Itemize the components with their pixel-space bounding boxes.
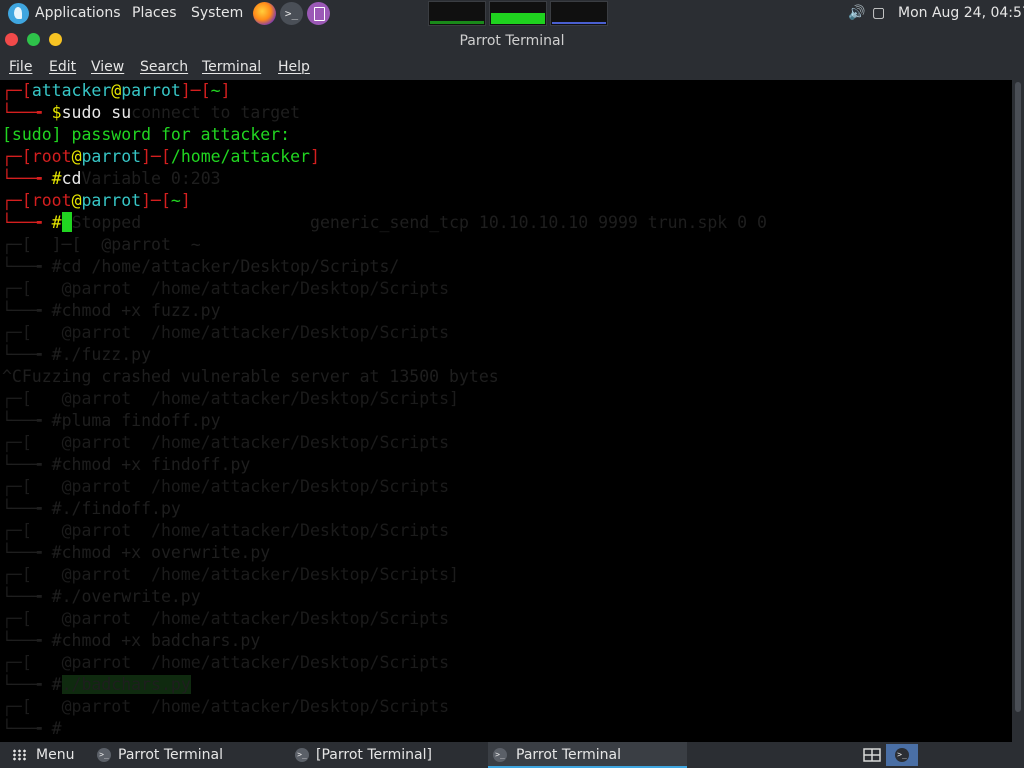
top-panel: Applications Places System >_ 🔊 ▢ Mon Au… xyxy=(0,0,1024,27)
ghost-line: ^CFuzzing crashed vulnerable server at 1… xyxy=(2,367,499,386)
workspace-switcher-icon[interactable] xyxy=(856,744,888,766)
menu-search[interactable]: Search xyxy=(140,55,188,80)
display-icon[interactable]: ▢ xyxy=(872,0,885,27)
terminal-icon: >_ xyxy=(493,748,507,762)
ghost-line: └──╼ #./overwrite.py xyxy=(2,587,201,606)
terminal-output[interactable]: ┌─[attacker@parrot]─[~] └──╼ $sudo sucon… xyxy=(0,80,1012,742)
scrollbar-thumb[interactable] xyxy=(1015,82,1021,712)
taskbar-item[interactable]: >_ [Parrot Terminal] xyxy=(295,742,485,768)
ghost-line: └──╼ #chmod +x fuzz.py xyxy=(2,301,221,320)
ghost-line: └──╼ #chmod +x overwrite.py xyxy=(2,543,271,562)
parrot-logo-icon[interactable] xyxy=(8,3,29,24)
ghost-line: └──╼ #chmod +x badchars.py xyxy=(2,631,261,650)
ghost-line: ┌─[ @parrot /home/attacker/Desktop/Scrip… xyxy=(2,389,459,408)
menu-terminal[interactable]: Terminal xyxy=(202,55,261,80)
terminal-icon: >_ xyxy=(97,748,111,762)
ghost-line: ┌─[ @parrot /home/attacker/Desktop/Scrip… xyxy=(2,323,450,342)
text-cursor xyxy=(61,212,72,232)
menu-grid-icon[interactable] xyxy=(12,749,26,761)
terminal-scrollbar[interactable] xyxy=(1012,80,1024,742)
ghost-line: ┌─[ @parrot /home/attacker/Desktop/Scrip… xyxy=(2,609,450,628)
menu-help[interactable]: Help xyxy=(278,55,310,80)
memory-monitor[interactable] xyxy=(489,1,547,26)
ghost-line: ┌─[ @parrot /home/attacker/Desktop/Scrip… xyxy=(2,565,459,584)
text-editor-icon[interactable] xyxy=(307,2,330,25)
terminal-launcher-icon[interactable]: >_ xyxy=(280,2,303,25)
ghost-line: └──╼ #pluma findoff.py xyxy=(2,411,221,430)
ghost-line: ┌─[ @parrot /home/attacker/Desktop/Scrip… xyxy=(2,697,450,716)
taskbar-item[interactable]: >_ Parrot Terminal xyxy=(97,742,287,768)
terminal-icon: >_ xyxy=(295,748,309,762)
ghost-line: ┌─[ @parrot /home/attacker/Desktop/Scrip… xyxy=(2,521,450,540)
volume-icon[interactable]: 🔊 xyxy=(848,0,865,27)
active-command-line[interactable]: └──╼ # Stopped generic_send_tcp 10.10.10.… xyxy=(2,212,767,234)
menu-edit[interactable]: Edit xyxy=(49,55,76,80)
taskbar-item-active[interactable]: >_ Parrot Terminal xyxy=(488,742,687,768)
applications-menu[interactable]: Applications xyxy=(35,0,121,27)
menu-view[interactable]: View xyxy=(91,55,124,80)
ghost-line-highlighted: └──╼ #./badchars.py xyxy=(2,675,191,694)
highlighted-selection: ./badchars.py xyxy=(61,675,191,694)
menu-bar: File Edit View Search Terminal Help xyxy=(0,55,1024,80)
ghost-line: └──╼ #./findoff.py xyxy=(2,499,181,518)
ghost-line: ┌─[ ]─[ @parrot ~ xyxy=(2,235,201,254)
cpu-monitor[interactable] xyxy=(428,1,486,26)
command-line: └──╼ #cdVariable 0:203 xyxy=(2,169,221,188)
clock[interactable]: Mon Aug 24, 04:57 xyxy=(898,0,1024,27)
firefox-icon[interactable] xyxy=(253,2,276,25)
prompt-line: ┌─[root@parrot]─[/home/attacker] xyxy=(2,147,320,166)
menu-file[interactable]: File xyxy=(9,55,32,80)
sudo-password-prompt: [sudo] password for attacker: xyxy=(2,125,291,144)
bottom-panel: Menu >_ Parrot Terminal >_ [Parrot Termi… xyxy=(0,742,1024,768)
title-bar[interactable]: Parrot Terminal xyxy=(0,27,1024,55)
ghost-line: └──╼ #./fuzz.py xyxy=(2,345,152,364)
ghost-line: └──╼ #cd /home/attacker/Desktop/Scripts/ xyxy=(2,257,400,276)
ghost-line: └──╼ # xyxy=(2,719,62,738)
command-line: └──╼ $sudo suconnect to target xyxy=(2,103,301,122)
prompt-line: ┌─[attacker@parrot]─[~] xyxy=(2,81,231,100)
window-title: Parrot Terminal xyxy=(459,33,565,49)
system-menu[interactable]: System xyxy=(191,0,243,27)
places-menu[interactable]: Places xyxy=(132,0,177,27)
terminal-tray-icon[interactable]: >_ xyxy=(886,744,918,766)
network-monitor[interactable] xyxy=(550,1,608,26)
ghost-line: ┌─[ @parrot /home/attacker/Desktop/Scrip… xyxy=(2,279,450,298)
ghost-line: ┌─[ @parrot /home/attacker/Desktop/Scrip… xyxy=(2,477,450,496)
ghost-line: ┌─[ @parrot /home/attacker/Desktop/Scrip… xyxy=(2,433,450,452)
start-menu-button[interactable]: Menu xyxy=(36,742,74,768)
prompt-line: ┌─[root@parrot]─[~] xyxy=(2,191,191,210)
ghost-line: ┌─[ @parrot /home/attacker/Desktop/Scrip… xyxy=(2,653,450,672)
ghost-line: └──╼ #chmod +x findoff.py xyxy=(2,455,251,474)
